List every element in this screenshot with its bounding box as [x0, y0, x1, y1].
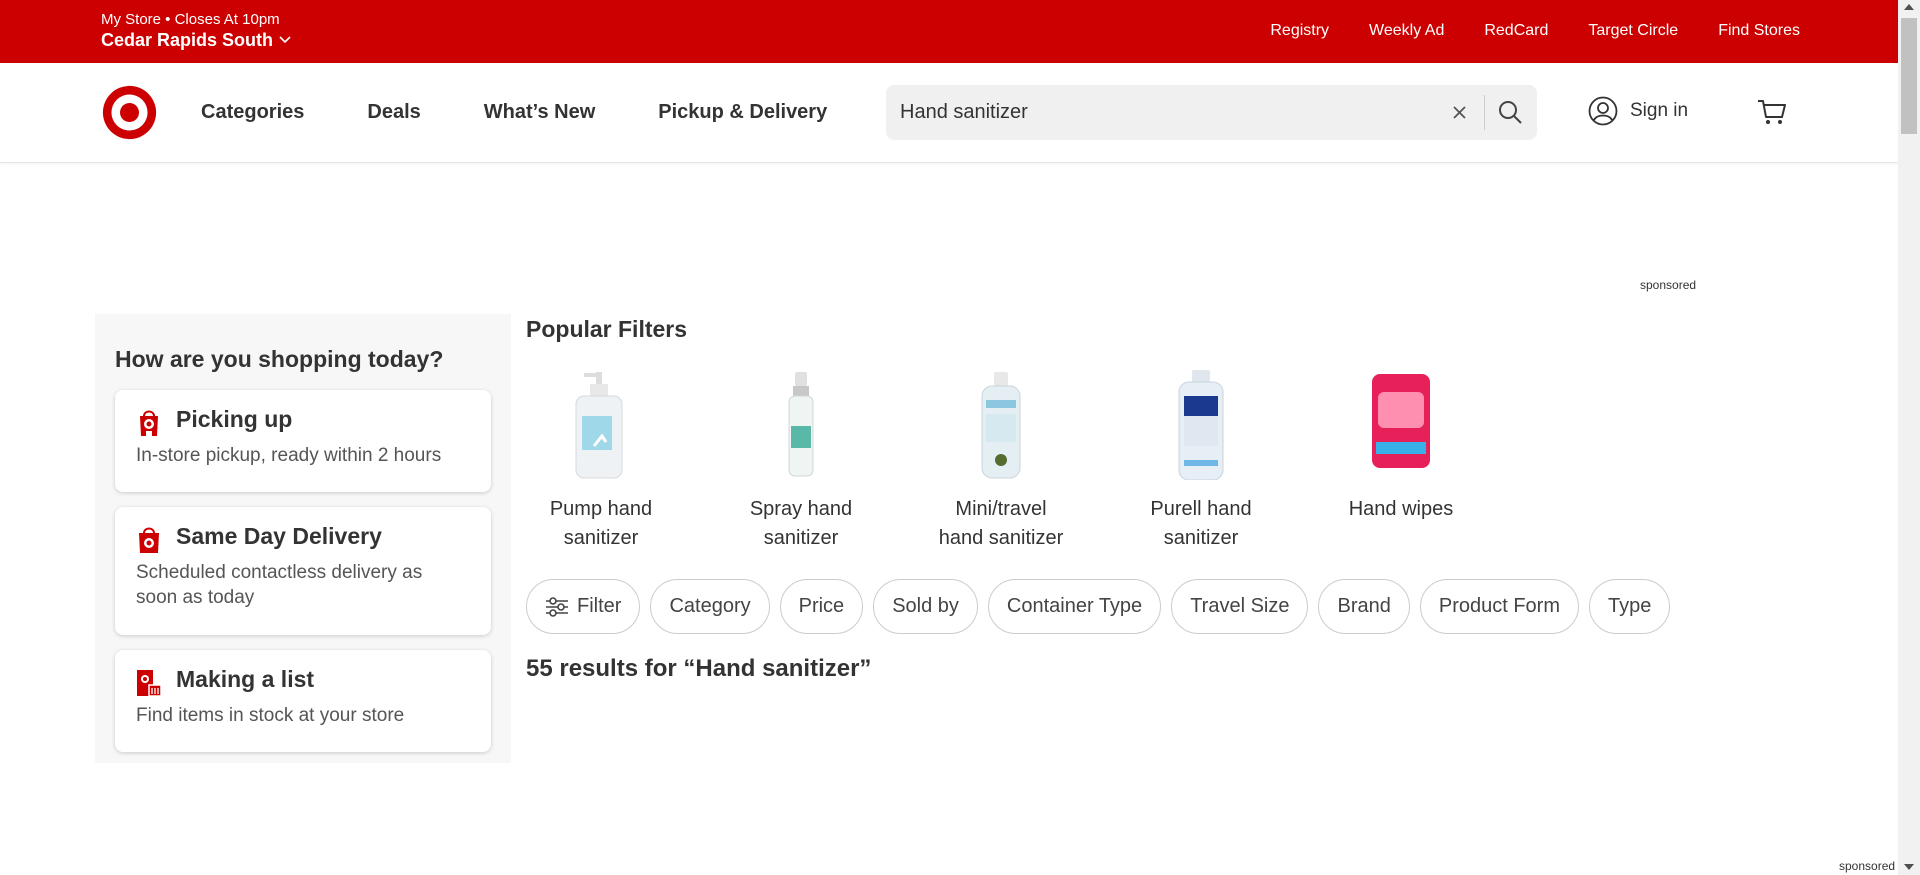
- scroll-down-icon[interactable]: [1904, 864, 1914, 870]
- chip-sold-by[interactable]: Sold by: [873, 579, 978, 634]
- nav-weekly-ad[interactable]: Weekly Ad: [1369, 22, 1444, 40]
- chip-price[interactable]: Price: [779, 579, 864, 634]
- popular-filters-title: Popular Filters: [526, 316, 688, 342]
- scrollbar[interactable]: [1898, 0, 1920, 875]
- spray-bottle-image: [788, 372, 814, 477]
- nav-redcard[interactable]: RedCard: [1484, 22, 1548, 40]
- tile-label-line1: Hand wipes: [1348, 498, 1454, 520]
- pump-bottle-image: [575, 372, 623, 479]
- chip-brand[interactable]: Brand: [1318, 579, 1410, 634]
- tile-label-line1: Spray hand: [749, 498, 853, 520]
- purell-bottle-image: [1178, 370, 1224, 481]
- sign-in-button[interactable]: Sign in: [1588, 96, 1688, 126]
- tile-label-line2: hand sanitizer: [938, 527, 1064, 549]
- search-icon[interactable]: [1496, 98, 1524, 126]
- nav-categories[interactable]: Categories: [201, 101, 304, 124]
- option-desc: In-store pickup, ready within 2 hours: [136, 445, 442, 466]
- search-input[interactable]: [900, 85, 1420, 140]
- filter-tile-purell[interactable]: Purell hand sanitizer: [1111, 370, 1291, 553]
- chip-container-type[interactable]: Container Type: [987, 579, 1162, 634]
- tile-label-line2: sanitizer: [563, 527, 639, 549]
- tile-label-line1: Pump hand: [549, 498, 653, 520]
- filter-label: Filter: [577, 595, 622, 617]
- option-making-a-list[interactable]: Making a list Find items in stock at you…: [115, 650, 491, 752]
- sponsored-label-bottom: sponsored: [1839, 859, 1896, 873]
- search-bar: [886, 85, 1537, 140]
- tile-label-line2: sanitizer: [763, 527, 839, 549]
- mini-bottle-image: [981, 372, 1021, 479]
- chip-type[interactable]: Type: [1589, 579, 1671, 634]
- store-name: Cedar Rapids South: [101, 30, 274, 50]
- wipes-pack-image: [1372, 374, 1430, 468]
- main-nav: Categories Deals What’s New Pickup & Del…: [201, 101, 827, 124]
- store-selector[interactable]: My Store • Closes At 10pm Cedar Rapids S…: [101, 11, 291, 51]
- nav-pickup-delivery[interactable]: Pickup & Delivery: [658, 101, 827, 124]
- sign-in-label: Sign in: [1630, 100, 1689, 121]
- top-bar: My Store • Closes At 10pm Cedar Rapids S…: [0, 0, 1898, 63]
- sliders-icon: [546, 596, 568, 617]
- scrollbar-thumb[interactable]: [1901, 18, 1917, 134]
- sponsored-label: sponsored: [1640, 278, 1697, 292]
- filter-button[interactable]: Filter: [526, 579, 641, 634]
- filter-tile-pump[interactable]: Pump hand sanitizer: [511, 370, 691, 553]
- store-pickup-icon: [140, 410, 158, 436]
- shopping-heading: How are you shopping today?: [115, 346, 444, 372]
- target-logo-icon[interactable]: [101, 84, 158, 141]
- results-count: 55 results for “Hand sanitizer”: [526, 655, 872, 682]
- option-title: Same Day Delivery: [176, 523, 382, 549]
- tile-label-line1: Purell hand: [1150, 498, 1252, 520]
- option-same-day-delivery[interactable]: Same Day Delivery Scheduled contactless …: [115, 507, 491, 635]
- nav-find-stores[interactable]: Find Stores: [1718, 22, 1800, 40]
- option-picking-up[interactable]: Picking up In-store pickup, ready within…: [115, 390, 491, 492]
- shopping-mode-panel: How are you shopping today? Picking up I…: [95, 314, 511, 763]
- tile-label-line2: sanitizer: [1163, 527, 1239, 549]
- delivery-bag-icon: [139, 527, 159, 553]
- account-icon: [1588, 96, 1618, 126]
- store-list-icon: [137, 670, 162, 697]
- option-title: Picking up: [176, 406, 293, 432]
- chip-product-form[interactable]: Product Form: [1419, 579, 1580, 634]
- store-status: My Store • Closes At 10pm: [101, 11, 280, 28]
- store-name-row[interactable]: Cedar Rapids South: [101, 29, 291, 51]
- search-divider: [1484, 95, 1485, 130]
- chip-category[interactable]: Category: [650, 579, 770, 634]
- tile-label-line1: Mini/travel: [955, 498, 1047, 520]
- cart-icon[interactable]: [1756, 96, 1788, 128]
- filter-tile-mini[interactable]: Mini/travel hand sanitizer: [911, 370, 1091, 553]
- nav-registry[interactable]: Registry: [1270, 22, 1329, 40]
- chevron-down-icon: [279, 36, 291, 44]
- chip-travel-size[interactable]: Travel Size: [1171, 579, 1309, 634]
- filter-chip-row: Filter Category Price Sold by Container …: [526, 579, 1671, 634]
- utility-nav: Registry Weekly Ad RedCard Target Circle…: [1270, 22, 1800, 40]
- option-desc: Find items in stock at your store: [136, 705, 405, 726]
- option-title: Making a list: [176, 666, 315, 692]
- nav-target-circle[interactable]: Target Circle: [1588, 22, 1678, 40]
- scroll-up-icon[interactable]: [1904, 4, 1914, 10]
- option-desc: Scheduled contactless delivery as soon a…: [136, 562, 423, 608]
- close-icon[interactable]: [1447, 100, 1472, 125]
- filter-tile-spray[interactable]: Spray hand sanitizer: [711, 370, 891, 553]
- filter-tile-wipes[interactable]: Hand wipes: [1311, 370, 1491, 524]
- site-header: Categories Deals What’s New Pickup & Del…: [0, 63, 1898, 163]
- nav-deals[interactable]: Deals: [367, 101, 420, 124]
- nav-whats-new[interactable]: What’s New: [484, 101, 596, 124]
